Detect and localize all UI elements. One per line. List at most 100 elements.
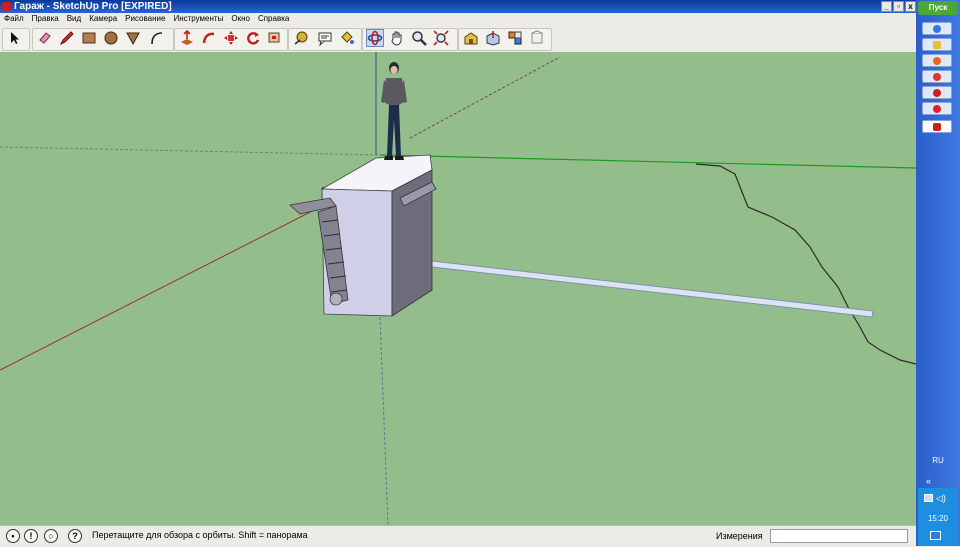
opera-icon bbox=[933, 88, 941, 97]
menu-window[interactable]: Окно bbox=[227, 13, 254, 25]
maximize-button[interactable]: ▫ bbox=[893, 1, 904, 12]
orbit-icon bbox=[367, 30, 383, 46]
arc-tool-button[interactable] bbox=[148, 29, 166, 47]
ie-icon bbox=[933, 24, 941, 33]
menu-camera[interactable]: Камера bbox=[85, 13, 121, 25]
follow-me-tool-button[interactable] bbox=[200, 29, 218, 47]
user-icon[interactable]: ○ bbox=[44, 529, 58, 543]
green-axis bbox=[379, 154, 916, 169]
scene-drawing bbox=[0, 52, 916, 525]
offset-tool-button[interactable] bbox=[266, 29, 284, 47]
offset-icon bbox=[268, 32, 280, 43]
move-icon bbox=[224, 31, 238, 45]
follow-me-icon bbox=[202, 32, 215, 44]
language-indicator[interactable]: RU bbox=[916, 456, 960, 465]
text-icon bbox=[318, 32, 332, 46]
chrome-app[interactable] bbox=[922, 70, 952, 83]
folder-icon bbox=[933, 40, 941, 49]
menu-tools[interactable]: Инструменты bbox=[169, 13, 227, 25]
minimize-button[interactable]: _ bbox=[881, 1, 892, 12]
person-figure bbox=[381, 62, 407, 160]
warehouse-tool-button[interactable] bbox=[462, 29, 480, 47]
tape-icon bbox=[294, 31, 308, 45]
help-icon[interactable]: ? bbox=[68, 529, 82, 543]
rectangle-icon bbox=[82, 32, 96, 44]
window-controls: _ ▫ x bbox=[881, 1, 916, 12]
status-message: Перетащите для обзора с орбиты. Shift = … bbox=[92, 530, 308, 540]
circle-tool-button[interactable] bbox=[102, 29, 120, 47]
components-icon bbox=[508, 31, 522, 45]
toolbar bbox=[0, 25, 916, 53]
action-center-icon[interactable] bbox=[930, 531, 941, 540]
zoom-extents-tool-button[interactable] bbox=[432, 29, 450, 47]
clock[interactable]: 15:20 bbox=[916, 514, 960, 523]
rotate-tool-button[interactable] bbox=[244, 29, 262, 47]
blue-axis-dashed bbox=[379, 316, 389, 525]
close-button[interactable]: x bbox=[905, 1, 916, 12]
title-bar: Гараж - SketchUp Pro [EXPIRED] _ ▫ x bbox=[0, 0, 916, 13]
firefox-app[interactable] bbox=[922, 54, 952, 67]
sketchup-app[interactable] bbox=[922, 120, 952, 133]
tray-expand-button[interactable]: « bbox=[926, 476, 931, 486]
firefox-icon bbox=[933, 56, 941, 65]
menu-help[interactable]: Справка bbox=[254, 13, 293, 25]
yandex-app[interactable] bbox=[922, 102, 952, 115]
model-viewport[interactable] bbox=[0, 52, 916, 525]
triangle-icon bbox=[126, 32, 140, 46]
share-icon bbox=[486, 31, 500, 46]
text-tool-button[interactable] bbox=[316, 29, 334, 47]
eraser-tool-button[interactable] bbox=[36, 29, 54, 47]
measurements-input[interactable] bbox=[770, 529, 908, 543]
extension-icon bbox=[531, 30, 543, 44]
terrain-line bbox=[695, 163, 916, 365]
geo-location-icon[interactable]: • bbox=[6, 529, 20, 543]
menu-edit[interactable]: Правка bbox=[28, 13, 63, 25]
move-tool-button[interactable] bbox=[222, 29, 240, 47]
opera-app[interactable] bbox=[922, 86, 952, 99]
chrome-icon bbox=[933, 72, 941, 81]
paint-bucket-icon bbox=[341, 31, 354, 44]
extension-tool-button[interactable] bbox=[528, 29, 546, 47]
window-title: Гараж - SketchUp Pro [EXPIRED] bbox=[14, 1, 172, 12]
eraser-icon bbox=[39, 32, 51, 44]
push-pull-icon bbox=[181, 30, 193, 45]
pipe bbox=[431, 260, 874, 318]
rectangle-tool-button[interactable] bbox=[80, 29, 98, 47]
tape-measure-tool-button[interactable] bbox=[292, 29, 310, 47]
menu-draw[interactable]: Рисование bbox=[121, 13, 169, 25]
paint-bucket-tool-button[interactable] bbox=[338, 29, 356, 47]
circle-icon bbox=[104, 31, 118, 45]
polygon-tool-button[interactable] bbox=[124, 29, 142, 47]
ie-app[interactable] bbox=[922, 22, 952, 35]
select-tool-button[interactable] bbox=[6, 29, 24, 47]
start-button[interactable]: Пуск bbox=[918, 1, 958, 15]
stair-base bbox=[329, 292, 343, 306]
credits-icon[interactable]: ! bbox=[24, 529, 38, 543]
speaker-icon[interactable]: ◁) bbox=[936, 493, 946, 504]
explorer-app[interactable] bbox=[922, 38, 952, 51]
red-axis-dashed bbox=[409, 56, 561, 139]
arrow-icon bbox=[11, 32, 19, 44]
menu-view[interactable]: Вид bbox=[63, 13, 85, 25]
rotate-icon bbox=[247, 32, 260, 45]
orbit-tool-button[interactable] bbox=[366, 29, 384, 47]
components-tool-button[interactable] bbox=[506, 29, 524, 47]
arc-icon bbox=[151, 32, 163, 45]
sketchup-app-icon bbox=[2, 2, 11, 11]
pan-tool-button[interactable] bbox=[388, 29, 406, 47]
share-model-tool-button[interactable] bbox=[484, 29, 502, 47]
zoom-tool-button[interactable] bbox=[410, 29, 428, 47]
pencil-tool-button[interactable] bbox=[58, 29, 76, 47]
measurements-label: Измерения bbox=[716, 531, 763, 541]
warehouse-icon bbox=[464, 32, 478, 45]
yandex-icon bbox=[933, 104, 941, 113]
taskbar: Пуск RU « ◁) 15:20 bbox=[916, 0, 960, 546]
pencil-icon bbox=[59, 31, 74, 46]
network-icon[interactable] bbox=[924, 494, 933, 502]
menu-bar: Файл Правка Вид Камера Рисование Инструм… bbox=[0, 13, 916, 25]
push-pull-tool-button[interactable] bbox=[178, 29, 196, 47]
zoom-extents-icon bbox=[433, 30, 449, 46]
sketchup-icon bbox=[933, 122, 941, 131]
green-axis-dashed bbox=[0, 146, 381, 156]
menu-file[interactable]: Файл bbox=[0, 13, 28, 25]
